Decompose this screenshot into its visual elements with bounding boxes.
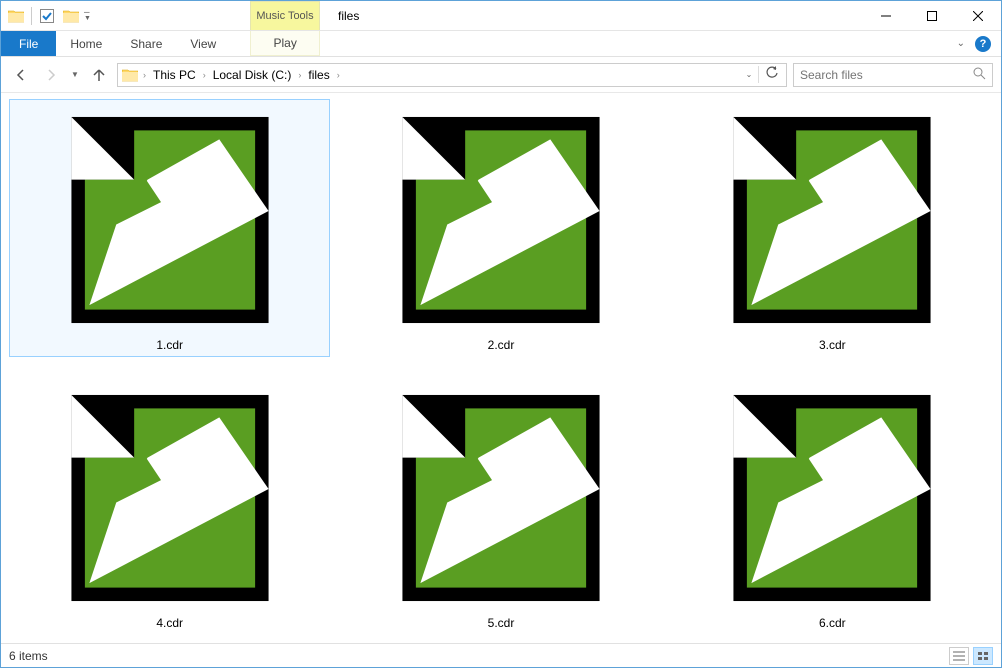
close-button[interactable] xyxy=(955,1,1001,31)
properties-checkbox-icon[interactable] xyxy=(36,5,58,27)
tab-view[interactable]: View xyxy=(176,31,230,56)
search-box[interactable] xyxy=(793,63,993,87)
cdr-file-icon xyxy=(389,104,613,336)
file-item[interactable]: 3.cdr xyxy=(672,99,993,357)
address-dropdown-icon[interactable]: ⌄ xyxy=(740,70,758,79)
chevron-right-icon[interactable]: › xyxy=(140,70,149,80)
address-bar[interactable]: › This PC › Local Disk (C:) › files › ⌄ xyxy=(117,63,787,87)
cdr-file-icon xyxy=(58,104,282,336)
file-list-pane[interactable]: 1.cdr 2.cdr 3.cdr 4.cdr 5.cdr 6.cdr xyxy=(1,93,1001,643)
cdr-file-icon xyxy=(389,382,613,614)
file-item[interactable]: 4.cdr xyxy=(9,377,330,635)
details-view-button[interactable] xyxy=(949,647,969,665)
refresh-button[interactable] xyxy=(758,66,784,83)
cdr-file-icon xyxy=(58,382,282,614)
forward-button[interactable] xyxy=(39,63,63,87)
help-icon[interactable]: ? xyxy=(975,36,991,52)
tab-home[interactable]: Home xyxy=(56,31,116,56)
maximize-button[interactable] xyxy=(909,1,955,31)
search-icon[interactable] xyxy=(972,66,986,83)
item-count-text: 6 items xyxy=(9,649,48,663)
minimize-button[interactable] xyxy=(863,1,909,31)
ribbon-tab-strip: File Home Share View Play ⌄ ? xyxy=(1,31,1001,57)
file-name-label: 3.cdr xyxy=(819,338,846,352)
recent-dropdown-icon[interactable]: ▼ xyxy=(69,63,81,87)
search-input[interactable] xyxy=(800,68,972,82)
file-item[interactable]: 6.cdr xyxy=(672,377,993,635)
file-name-label: 6.cdr xyxy=(819,616,846,630)
cdr-file-icon xyxy=(720,382,944,614)
file-name-label: 5.cdr xyxy=(488,616,515,630)
new-folder-icon[interactable] xyxy=(60,5,82,27)
large-icons-view-button[interactable] xyxy=(973,647,993,665)
file-name-label: 2.cdr xyxy=(488,338,515,352)
navigation-bar: ▼ › This PC › Local Disk (C:) › files › … xyxy=(1,57,1001,93)
back-button[interactable] xyxy=(9,63,33,87)
file-item[interactable]: 2.cdr xyxy=(340,99,661,357)
chevron-right-icon[interactable]: › xyxy=(200,70,209,80)
tab-share[interactable]: Share xyxy=(116,31,176,56)
file-tab[interactable]: File xyxy=(1,31,56,56)
app-folder-icon xyxy=(5,5,27,27)
file-item[interactable]: 1.cdr xyxy=(9,99,330,357)
status-bar: 6 items xyxy=(1,643,1001,667)
title-bar: –▼ Music Tools files xyxy=(1,1,1001,31)
quick-access-toolbar: –▼ xyxy=(1,1,110,30)
contextual-tab-header: Music Tools xyxy=(250,1,320,30)
ribbon-expand-icon[interactable]: ⌄ xyxy=(957,38,965,49)
cdr-file-icon xyxy=(720,104,944,336)
chevron-right-icon[interactable]: › xyxy=(334,70,343,80)
file-item[interactable]: 5.cdr xyxy=(340,377,661,635)
window-title: files xyxy=(338,1,359,30)
window-controls xyxy=(863,1,1001,30)
qat-dropdown-icon[interactable]: –▼ xyxy=(84,5,106,27)
tab-play[interactable]: Play xyxy=(250,31,320,56)
address-folder-icon xyxy=(120,68,140,82)
breadcrumb-segment[interactable]: files xyxy=(304,64,333,86)
file-name-label: 1.cdr xyxy=(156,338,183,352)
chevron-right-icon[interactable]: › xyxy=(295,70,304,80)
up-button[interactable] xyxy=(87,63,111,87)
breadcrumb-segment[interactable]: This PC xyxy=(149,64,200,86)
breadcrumb-segment[interactable]: Local Disk (C:) xyxy=(209,64,296,86)
separator xyxy=(31,7,32,25)
file-name-label: 4.cdr xyxy=(156,616,183,630)
